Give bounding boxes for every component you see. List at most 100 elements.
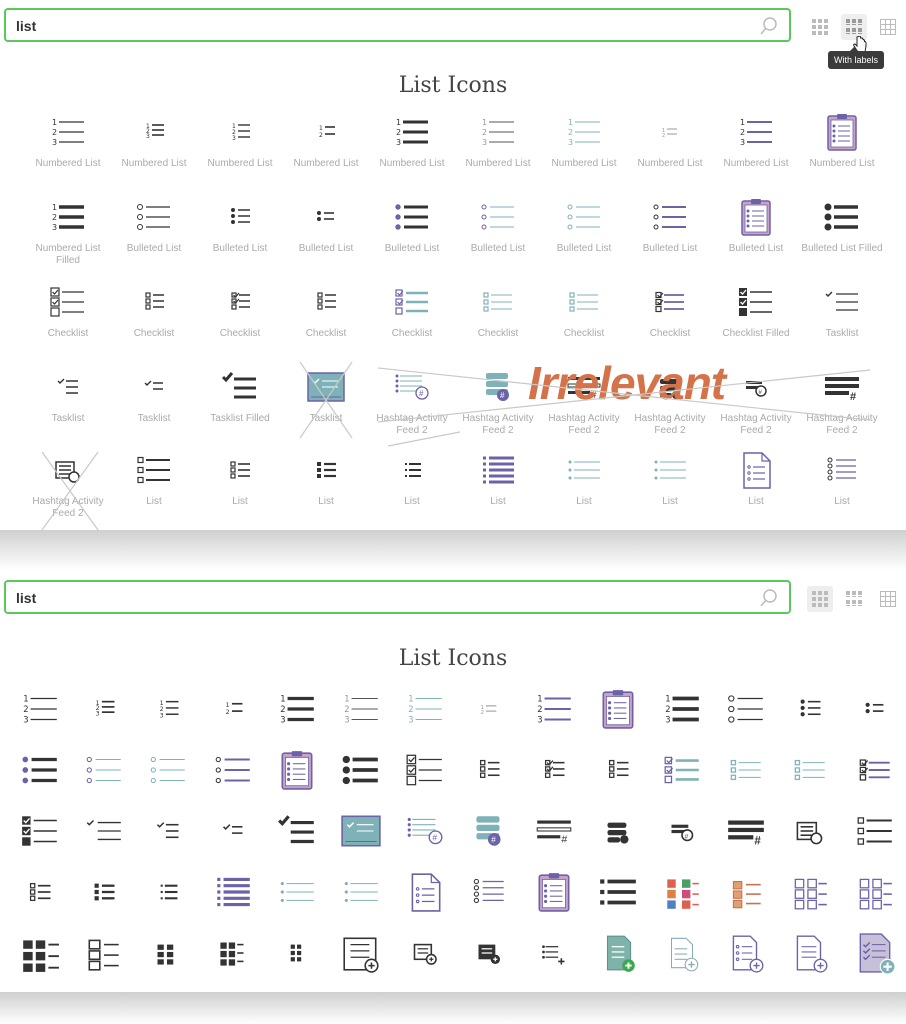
svg-text:3: 3 — [537, 715, 542, 725]
svg-text:3: 3 — [665, 715, 670, 725]
icon-tile[interactable] — [650, 926, 714, 986]
bul1-list-icon — [728, 695, 763, 723]
svg-text:3: 3 — [23, 715, 28, 725]
icon-tile[interactable] — [843, 682, 906, 742]
icon-tile[interactable]: 123 — [265, 682, 329, 742]
icon-tile[interactable] — [8, 865, 72, 925]
icon-tile[interactable] — [586, 926, 650, 986]
icon-tile[interactable]: # — [714, 804, 778, 864]
icon-tile[interactable] — [843, 804, 906, 864]
icon-tile[interactable]: # — [522, 804, 586, 864]
icon-tile[interactable]: # — [393, 804, 457, 864]
bul3-list-icon — [865, 702, 883, 714]
icon-tile[interactable] — [329, 743, 393, 803]
adddoc3-list-icon — [859, 933, 896, 974]
icon-tile[interactable] — [586, 804, 650, 864]
icon-tile[interactable] — [72, 743, 136, 803]
icon-tile[interactable] — [72, 804, 136, 864]
svg-text:2: 2 — [665, 704, 670, 714]
mosaic9-list-icon — [343, 937, 379, 973]
icon-tile[interactable] — [714, 926, 778, 986]
icon-tile[interactable]: 123 — [136, 682, 200, 742]
icon-tile[interactable] — [265, 743, 329, 803]
icon-tile[interactable] — [393, 865, 457, 925]
svg-text:2: 2 — [280, 704, 285, 714]
list2-list-icon — [29, 882, 51, 902]
icon-tile[interactable] — [201, 804, 265, 864]
icon-tile[interactable] — [457, 865, 521, 925]
icon-tile[interactable] — [778, 926, 842, 986]
icon-tile[interactable]: # — [650, 804, 714, 864]
icon-tile[interactable] — [8, 743, 72, 803]
icon-tile[interactable] — [265, 865, 329, 925]
icon-tile[interactable] — [329, 804, 393, 864]
icon-tile[interactable]: 123 — [522, 682, 586, 742]
icon-tile[interactable] — [265, 926, 329, 986]
icon-tile[interactable] — [8, 804, 72, 864]
icon-tile[interactable] — [393, 926, 457, 986]
svg-text:#: # — [433, 832, 438, 842]
task3-list-icon — [222, 824, 243, 834]
icon-tile[interactable] — [714, 865, 778, 925]
icon-tile[interactable] — [136, 926, 200, 986]
icon-tile[interactable]: 123 — [8, 682, 72, 742]
icon-tile[interactable] — [714, 682, 778, 742]
icon-tile[interactable] — [8, 926, 72, 986]
icon-tile[interactable] — [457, 743, 521, 803]
icon-tile[interactable] — [136, 743, 200, 803]
icon-tile[interactable] — [650, 865, 714, 925]
search-icon[interactable] — [759, 588, 779, 608]
icon-tile[interactable] — [778, 865, 842, 925]
icon-tile[interactable]: 123 — [72, 682, 136, 742]
svg-text:1: 1 — [23, 694, 28, 704]
icon-tile[interactable] — [329, 865, 393, 925]
icon-tile[interactable] — [843, 743, 906, 803]
icon-tile[interactable] — [778, 804, 842, 864]
icon-tile[interactable]: 123 — [650, 682, 714, 742]
icon-tile[interactable] — [778, 682, 842, 742]
icon-tile[interactable] — [329, 926, 393, 986]
chkfill-list-icon — [22, 816, 57, 846]
view-labels-button[interactable] — [841, 586, 867, 612]
icon-tile[interactable] — [714, 743, 778, 803]
num5-list-icon: 123 — [280, 694, 314, 725]
icon-tile[interactable] — [72, 865, 136, 925]
icon-tile[interactable] — [522, 743, 586, 803]
icon-tile[interactable] — [586, 682, 650, 742]
icon-tile[interactable]: 12 — [457, 682, 521, 742]
icon-tile[interactable] — [586, 743, 650, 803]
addlist1-list-icon — [413, 943, 437, 965]
view-grid-button[interactable] — [807, 586, 833, 612]
icon-tile[interactable] — [393, 743, 457, 803]
icon-tile[interactable] — [457, 926, 521, 986]
view-table-button[interactable] — [875, 586, 901, 612]
icon-tile[interactable] — [136, 865, 200, 925]
chk2-list-icon — [608, 759, 629, 778]
icon-tile[interactable] — [522, 865, 586, 925]
icon-tile[interactable] — [843, 926, 906, 986]
icon-search-panel-compact: List Icons 1231231231212312312312123123#… — [0, 572, 906, 992]
icon-tile[interactable]: # — [457, 804, 521, 864]
icon-tile[interactable] — [522, 926, 586, 986]
icon-tile[interactable] — [586, 865, 650, 925]
icon-tile[interactable] — [265, 804, 329, 864]
icon-tile[interactable] — [843, 865, 906, 925]
hash4-list-icon — [607, 822, 629, 844]
svg-text:1: 1 — [408, 694, 413, 704]
icon-tile[interactable] — [650, 743, 714, 803]
icon-tile[interactable] — [72, 926, 136, 986]
icon-tile[interactable] — [201, 743, 265, 803]
search-input[interactable] — [16, 588, 746, 608]
icon-tile[interactable]: 123 — [393, 682, 457, 742]
svg-text:2: 2 — [408, 704, 413, 714]
task2-list-icon — [157, 822, 179, 839]
icon-tile[interactable]: 12 — [201, 682, 265, 742]
screen-list-icon — [341, 815, 381, 847]
icon-tile[interactable] — [778, 743, 842, 803]
icon-tile[interactable] — [136, 804, 200, 864]
icon-tile[interactable] — [201, 865, 265, 925]
icon-tile[interactable]: 123 — [329, 682, 393, 742]
search-box[interactable] — [4, 580, 791, 614]
addlist4-list-icon — [606, 935, 635, 972]
icon-tile[interactable] — [201, 926, 265, 986]
